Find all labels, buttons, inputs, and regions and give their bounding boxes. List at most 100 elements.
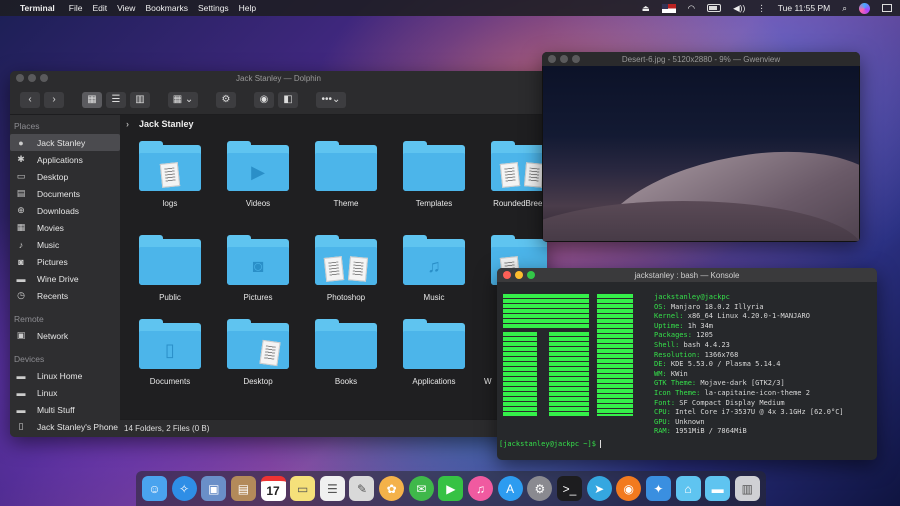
folder-desktop[interactable]: Desktop (218, 319, 298, 387)
sidebar-item-movies[interactable]: ▦ Movies (10, 219, 120, 236)
menu-file[interactable]: File (69, 3, 83, 13)
system-info-line: GTK Theme: Mojave-dark [GTK2/3] (654, 379, 844, 389)
itunes-icon[interactable]: ♫ (468, 476, 494, 501)
folder-icon[interactable]: ▬ (705, 476, 731, 501)
prompt[interactable]: [jackstanley@jackpc ~]$ (499, 440, 602, 448)
sidebar-item-multi-stuff[interactable]: ▬ Multi Stuff (10, 401, 120, 418)
phone-icon: ▯ (18, 421, 24, 431)
desert-image[interactable] (543, 66, 859, 241)
folder-books[interactable]: Books (306, 319, 386, 387)
notes-icon[interactable]: ▭ (290, 476, 316, 501)
terminal-icon[interactable]: >_ (556, 476, 582, 501)
terminal-output[interactable]: jackstanley@jackpc OS: Manjaro 18.0.2 Ill… (497, 282, 877, 460)
system-info-line: Font: SF Compact Display Medium (654, 399, 844, 409)
desktop-icon: ▭ (16, 171, 26, 181)
input-flag-icon[interactable] (661, 3, 676, 13)
telegram-icon[interactable]: ➤ (586, 476, 612, 501)
menu-settings[interactable]: Settings (198, 3, 229, 13)
messages-icon[interactable]: ✉ (408, 476, 434, 501)
sidebar-item-pictures[interactable]: ◙ Pictures (10, 253, 120, 270)
volume-icon[interactable]: ◀)) (733, 3, 745, 14)
folder-roundedbreeze[interactable]: RoundedBreeze (482, 141, 547, 209)
dolphin-titlebar[interactable]: Jack Stanley — Dolphin (10, 71, 547, 85)
eject-icon[interactable]: ⏏ (642, 3, 650, 14)
sidebar-item-downloads[interactable]: ⊕ Downloads (10, 202, 120, 219)
sort-menu-button[interactable]: ▦ ⌄ (168, 91, 198, 108)
more-menu-button[interactable]: •••⌄ (316, 91, 346, 108)
battery-icon[interactable] (707, 4, 722, 12)
play-icon: ▶ (227, 153, 289, 191)
spotlight-icon[interactable]: ⋮ (757, 3, 766, 14)
sidebar-item-music[interactable]: ♪ Music (10, 236, 120, 253)
info-key: GTK Theme: (654, 379, 697, 388)
menu-help[interactable]: Help (239, 3, 256, 13)
siri-icon[interactable] (859, 2, 870, 14)
info-value: Manjaro 18.0.2 Illyria (666, 302, 764, 311)
folder-theme[interactable]: Theme (306, 141, 386, 209)
folder-templates[interactable]: Templates (394, 141, 474, 209)
wifi-icon[interactable]: ◠ (688, 3, 695, 14)
gwenview-titlebar[interactable]: Desert-6.jpg - 5120x2880 - 9% — Gwenview (542, 52, 860, 66)
folder-music[interactable]: ♫ Music (394, 235, 474, 303)
photos-icon[interactable]: ✿ (379, 476, 405, 501)
notification-center-icon[interactable] (882, 4, 892, 12)
sidebar-item-documents[interactable]: ▤ Documents (10, 185, 120, 202)
column-view-button[interactable]: ▥ (130, 91, 150, 108)
sidebar-item-desktop[interactable]: ▭ Desktop (10, 168, 120, 185)
sidebar-item-recents[interactable]: ◷ Recents (10, 287, 120, 304)
contacts-icon[interactable]: ▤ (230, 476, 256, 501)
info-key: Kernel: (654, 312, 684, 321)
sidebar-item-phone[interactable]: ▯ Jack Stanley's Phone (10, 418, 120, 435)
drive-icon: ▬ (16, 273, 26, 284)
preview-icon[interactable]: ▣ (201, 476, 227, 501)
folder-videos[interactable]: ▶ Videos (218, 141, 298, 209)
camera-icon: ◙ (227, 247, 289, 285)
folder-pictures[interactable]: ◙ Pictures (218, 235, 298, 303)
file-view[interactable]: › Jack Stanley logs ▶ Videos Theme Templ… (120, 115, 547, 437)
photo-editor-icon[interactable]: ✎ (349, 476, 375, 501)
dock: ☺ ✧ ▣ ▤ 17 ▭ ☰ ✎ ✿ ✉ ▶ ♫ A ⚙ >_ ➤ ◉ ✦ ⌂ ▬ ▥ (136, 471, 766, 506)
split-view-button[interactable]: ◧ (278, 91, 298, 108)
hidden-files-button[interactable]: ◉ (254, 91, 274, 108)
text-cursor (600, 440, 602, 448)
back-button[interactable]: ‹ (20, 91, 40, 108)
sidebar-item-linux[interactable]: ▬ Linux (10, 384, 120, 401)
trash-icon[interactable]: ▥ (734, 476, 760, 501)
folder-applications[interactable]: Applications (394, 319, 474, 387)
search-icon[interactable]: ⌕ (842, 3, 847, 14)
icon-view-button[interactable]: ▦ (82, 91, 102, 108)
info-value: Unknown (670, 417, 705, 426)
sidebar-item-linux-home[interactable]: ▬ Linux Home (10, 367, 120, 384)
safari-icon[interactable]: ✧ (171, 476, 197, 501)
menu-view[interactable]: View (117, 3, 135, 13)
system-preferences-icon[interactable]: ⚙ (527, 476, 553, 501)
folder-documents[interactable]: ▯ Documents (130, 319, 210, 387)
folder-public[interactable]: Public (130, 235, 210, 303)
calendar-icon[interactable]: 17 (260, 476, 286, 501)
home-folder-icon[interactable]: ⌂ (675, 476, 701, 501)
gear-icon[interactable]: ⚙ (216, 91, 236, 108)
konsole-titlebar[interactable]: jackstanley : bash — Konsole (497, 268, 877, 282)
menu-app-name[interactable]: Terminal (20, 3, 55, 13)
sidebar-item-applications[interactable]: ✱ Applications (10, 151, 120, 168)
forward-button[interactable]: › (44, 91, 64, 108)
finder-icon[interactable]: ☺ (142, 476, 167, 501)
sidebar-item-network[interactable]: ▣ Network (10, 327, 120, 344)
sidebar-item-wine-drive[interactable]: ▬ Wine Drive (10, 270, 120, 287)
firefox-icon[interactable]: ◉ (616, 476, 642, 501)
kde-connect-icon[interactable]: ✦ (645, 476, 671, 501)
reminders-icon[interactable]: ☰ (319, 476, 345, 501)
breadcrumb[interactable]: › Jack Stanley (120, 115, 547, 133)
info-value: KDE 5.53.0 / Plasma 5.14.4 (666, 360, 781, 369)
system-info-line: RAM: 1951MiB / 7864MiB (654, 427, 844, 437)
app-store-icon[interactable]: A (497, 476, 523, 501)
folder-logs[interactable]: logs (130, 141, 210, 209)
facetime-icon[interactable]: ▶ (438, 476, 464, 501)
folder-photoshop[interactable]: Photoshop (306, 235, 386, 303)
menu-edit[interactable]: Edit (93, 3, 108, 13)
sidebar-item-home[interactable]: ● Jack Stanley (10, 134, 120, 151)
list-view-button[interactable]: ☰ (106, 91, 126, 108)
menu-bookmarks[interactable]: Bookmarks (145, 3, 188, 13)
system-info-line: Icon Theme: la-capitaine-icon-theme 2 (654, 389, 844, 399)
clock[interactable]: Tue 11:55 PM (778, 3, 830, 13)
